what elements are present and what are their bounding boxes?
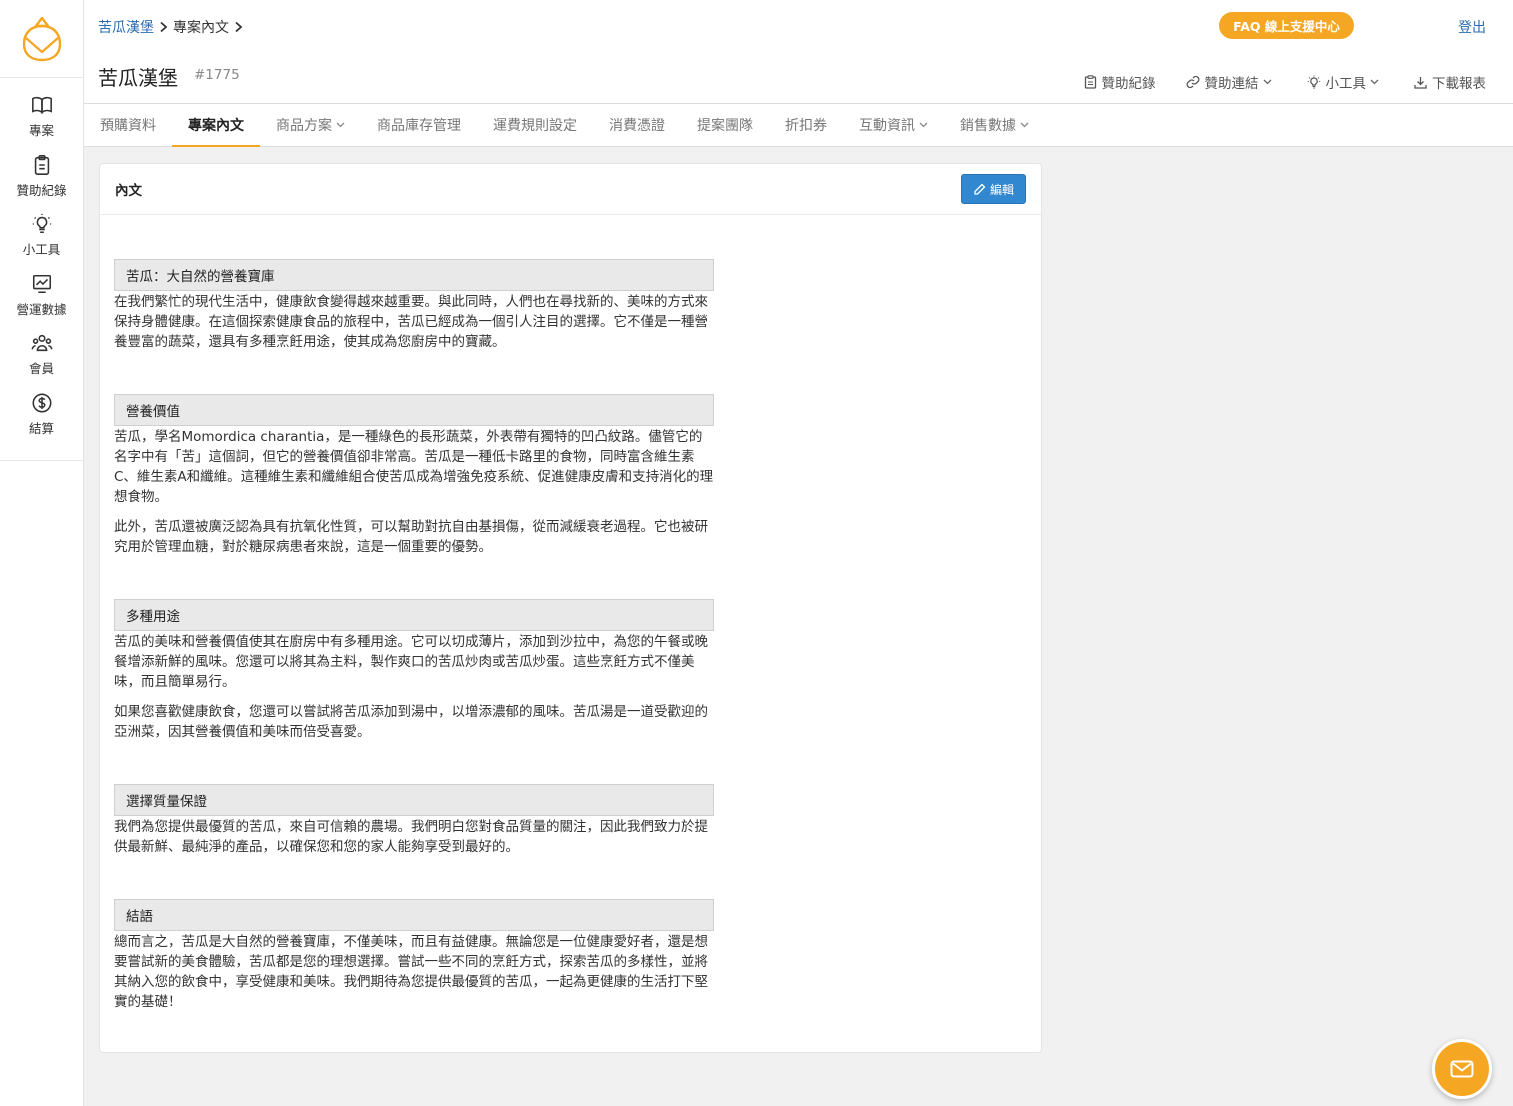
tool-label: 小工具: [1325, 76, 1367, 92]
sidebar-item-sponsor-records[interactable]: 贊助紀錄: [0, 150, 83, 210]
sidebar-nav: 專案 贊助紀錄 小工具 營運數據 會員 結算: [0, 78, 83, 461]
sidebar-item-analytics[interactable]: 營運數據: [0, 269, 83, 329]
breadcrumb-current: 專案內文: [173, 20, 229, 36]
article-section: 選擇質量保證 我們為您提供最優質的苦瓜，來自可信賴的農場。我們明白您對食品質量的…: [114, 784, 714, 857]
section-heading: 選擇質量保證: [114, 784, 714, 816]
tab-shipping-rules[interactable]: 運費規則設定: [477, 104, 593, 146]
chart-icon: [32, 274, 51, 293]
sidebar-item-label: 專案: [28, 123, 54, 138]
edit-button[interactable]: 編輯: [961, 174, 1026, 204]
tab-label: 商品庫存管理: [377, 118, 461, 134]
tab-preorder-data[interactable]: 預購資料: [84, 104, 172, 146]
section-heading: 營養價值: [114, 394, 714, 426]
section-paragraph: 在我們繁忙的現代生活中，健康飲食變得越來越重要。與此同時，人們也在尋找新的、美味…: [114, 294, 708, 350]
section-heading: 結語: [114, 899, 714, 931]
tab-label: 預購資料: [100, 118, 156, 134]
section-paragraph: 此外，苦瓜還被廣泛認為具有抗氧化性質，可以幫助對抗自由基損傷，從而減緩衰老過程。…: [114, 519, 708, 555]
chevron-down-icon: [1370, 79, 1379, 85]
tab-product-plans[interactable]: 商品方案: [260, 104, 361, 146]
chevron-down-icon: [336, 122, 345, 128]
sidebar-item-label: 結算: [28, 420, 54, 436]
sidebar-item-label: 會員: [28, 361, 54, 377]
mail-icon: [1450, 1060, 1474, 1078]
page-title: 苦瓜漢堡: [98, 66, 178, 90]
logo[interactable]: [0, 0, 83, 78]
tab-interactions[interactable]: 互動資訊: [843, 104, 944, 146]
logout-link[interactable]: 登出: [1458, 17, 1486, 37]
chevron-right-icon: [159, 21, 168, 33]
sidebar-item-label: 贊助紀錄: [16, 182, 67, 198]
tab-label: 互動資訊: [859, 118, 915, 134]
content-card: 內文 編輯 苦瓜：大自然的營養寶庫 在我們繁忙的現代生活中，健康飲食變得越來越重…: [99, 163, 1042, 1053]
download-report-button[interactable]: 下載報表: [1414, 72, 1486, 92]
tab-inventory[interactable]: 商品庫存管理: [361, 104, 477, 146]
dollar-icon: [32, 393, 51, 413]
link-icon: [1186, 75, 1199, 89]
tab-label: 運費規則設定: [493, 118, 577, 134]
article-body: 苦瓜：大自然的營養寶庫 在我們繁忙的現代生活中，健康飲食變得越來越重要。與此同時…: [100, 215, 720, 1012]
tab-label: 提案團隊: [697, 118, 753, 134]
section-paragraph: 苦瓜，學名Momordica charantia，是一種綠色的長形蔬菜，外表帶有…: [114, 429, 714, 505]
section-paragraph: 總而言之，苦瓜是大自然的營養寶庫，不僅美味，而且有益健康。無論您是一位健康愛好者…: [114, 934, 708, 1010]
lightbulb-icon: [32, 214, 51, 234]
tab-label: 專案內文: [188, 118, 244, 134]
logo-icon: [22, 16, 61, 61]
article-section: 營養價值 苦瓜，學名Momordica charantia，是一種綠色的長形蔬菜…: [114, 394, 714, 557]
card-header: 內文 編輯: [100, 164, 1041, 215]
chevron-down-icon: [1263, 79, 1271, 85]
chevron-down-icon: [1020, 122, 1029, 128]
edit-button-label: 編輯: [989, 182, 1014, 197]
breadcrumb-project-link[interactable]: 苦瓜漢堡: [98, 17, 154, 37]
tab-team[interactable]: 提案團隊: [681, 104, 769, 146]
tab-coupons[interactable]: 折扣券: [769, 104, 843, 146]
tab-label: 商品方案: [276, 118, 332, 134]
sidebar: 專案 贊助紀錄 小工具 營運數據 會員 結算: [0, 0, 84, 1106]
clipboard-icon: [1084, 75, 1096, 89]
section-heading: 苦瓜：大自然的營養寶庫: [114, 259, 714, 291]
chevron-down-icon: [919, 122, 928, 128]
pencil-icon: [974, 183, 986, 195]
tab-bar: 預購資料 專案內文 商品方案 商品庫存管理 運費規則設定 消費憑證 提案團隊 折…: [84, 104, 1513, 147]
article-section: 苦瓜：大自然的營養寶庫 在我們繁忙的現代生活中，健康飲食變得越來越重要。與此同時…: [114, 259, 714, 352]
sidebar-item-members[interactable]: 會員: [0, 328, 83, 388]
sidebar-item-project[interactable]: 專案: [0, 90, 83, 150]
header-tools: 贊助紀錄 贊助連結 小工具 下載報表: [1054, 72, 1486, 92]
tool-label: 贊助紀錄: [1101, 76, 1156, 92]
top-header: 苦瓜漢堡 專案內文 FAQ 線上支援中心 登出 苦瓜漢堡 #1775 贊助紀錄 …: [84, 0, 1513, 104]
sidebar-item-label: 小工具: [22, 242, 61, 258]
card-title: 內文: [115, 183, 142, 199]
faq-support-button[interactable]: FAQ 線上支援中心: [1219, 12, 1354, 39]
section-paragraph: 我們為您提供最優質的苦瓜，來自可信賴的農場。我們明白您對食品質量的關注，因此我們…: [114, 819, 708, 855]
tab-label: 消費憑證: [609, 118, 665, 134]
users-icon: [31, 335, 52, 352]
chevron-right-icon: [234, 21, 243, 33]
section-heading: 多種用途: [114, 599, 714, 631]
tool-label: 下載報表: [1432, 76, 1486, 92]
section-paragraph: 如果您喜歡健康飲食，您還可以嘗試將苦瓜添加到湯中，以增添濃郁的風味。苦瓜湯是一道…: [114, 704, 708, 740]
download-icon: [1414, 76, 1427, 89]
sidebar-item-settlement[interactable]: 結算: [0, 388, 83, 448]
contact-mail-button[interactable]: [1432, 1039, 1492, 1099]
tool-label: 贊助連結: [1204, 76, 1259, 92]
article-section: 多種用途 苦瓜的美味和營養價值使其在廚房中有多種用途。它可以切成薄片，添加到沙拉…: [114, 599, 714, 742]
article-section: 結語 總而言之，苦瓜是大自然的營養寶庫，不僅美味，而且有益健康。無論您是一位健康…: [114, 899, 714, 1012]
sidebar-item-tools[interactable]: 小工具: [0, 209, 83, 269]
sponsor-records-button[interactable]: 贊助紀錄: [1084, 72, 1156, 92]
tools-dropdown[interactable]: 小工具: [1307, 72, 1385, 92]
lightbulb-icon: [1307, 75, 1320, 89]
project-id: #1775: [194, 67, 240, 83]
tab-label: 折扣券: [785, 118, 827, 134]
tab-project-content[interactable]: 專案內文: [172, 104, 260, 147]
breadcrumb: 苦瓜漢堡 專案內文: [98, 17, 248, 37]
sidebar-item-label: 營運數據: [16, 301, 67, 317]
tab-sales-data[interactable]: 銷售數據: [944, 104, 1045, 146]
book-icon: [31, 96, 52, 114]
section-paragraph: 苦瓜的美味和營養價值使其在廚房中有多種用途。它可以切成薄片，添加到沙拉中，為您的…: [114, 634, 708, 690]
sponsor-link-dropdown[interactable]: 贊助連結: [1186, 72, 1277, 92]
tab-label: 銷售數據: [960, 118, 1016, 134]
clipboard-icon: [34, 154, 49, 175]
tab-vouchers[interactable]: 消費憑證: [593, 104, 681, 146]
